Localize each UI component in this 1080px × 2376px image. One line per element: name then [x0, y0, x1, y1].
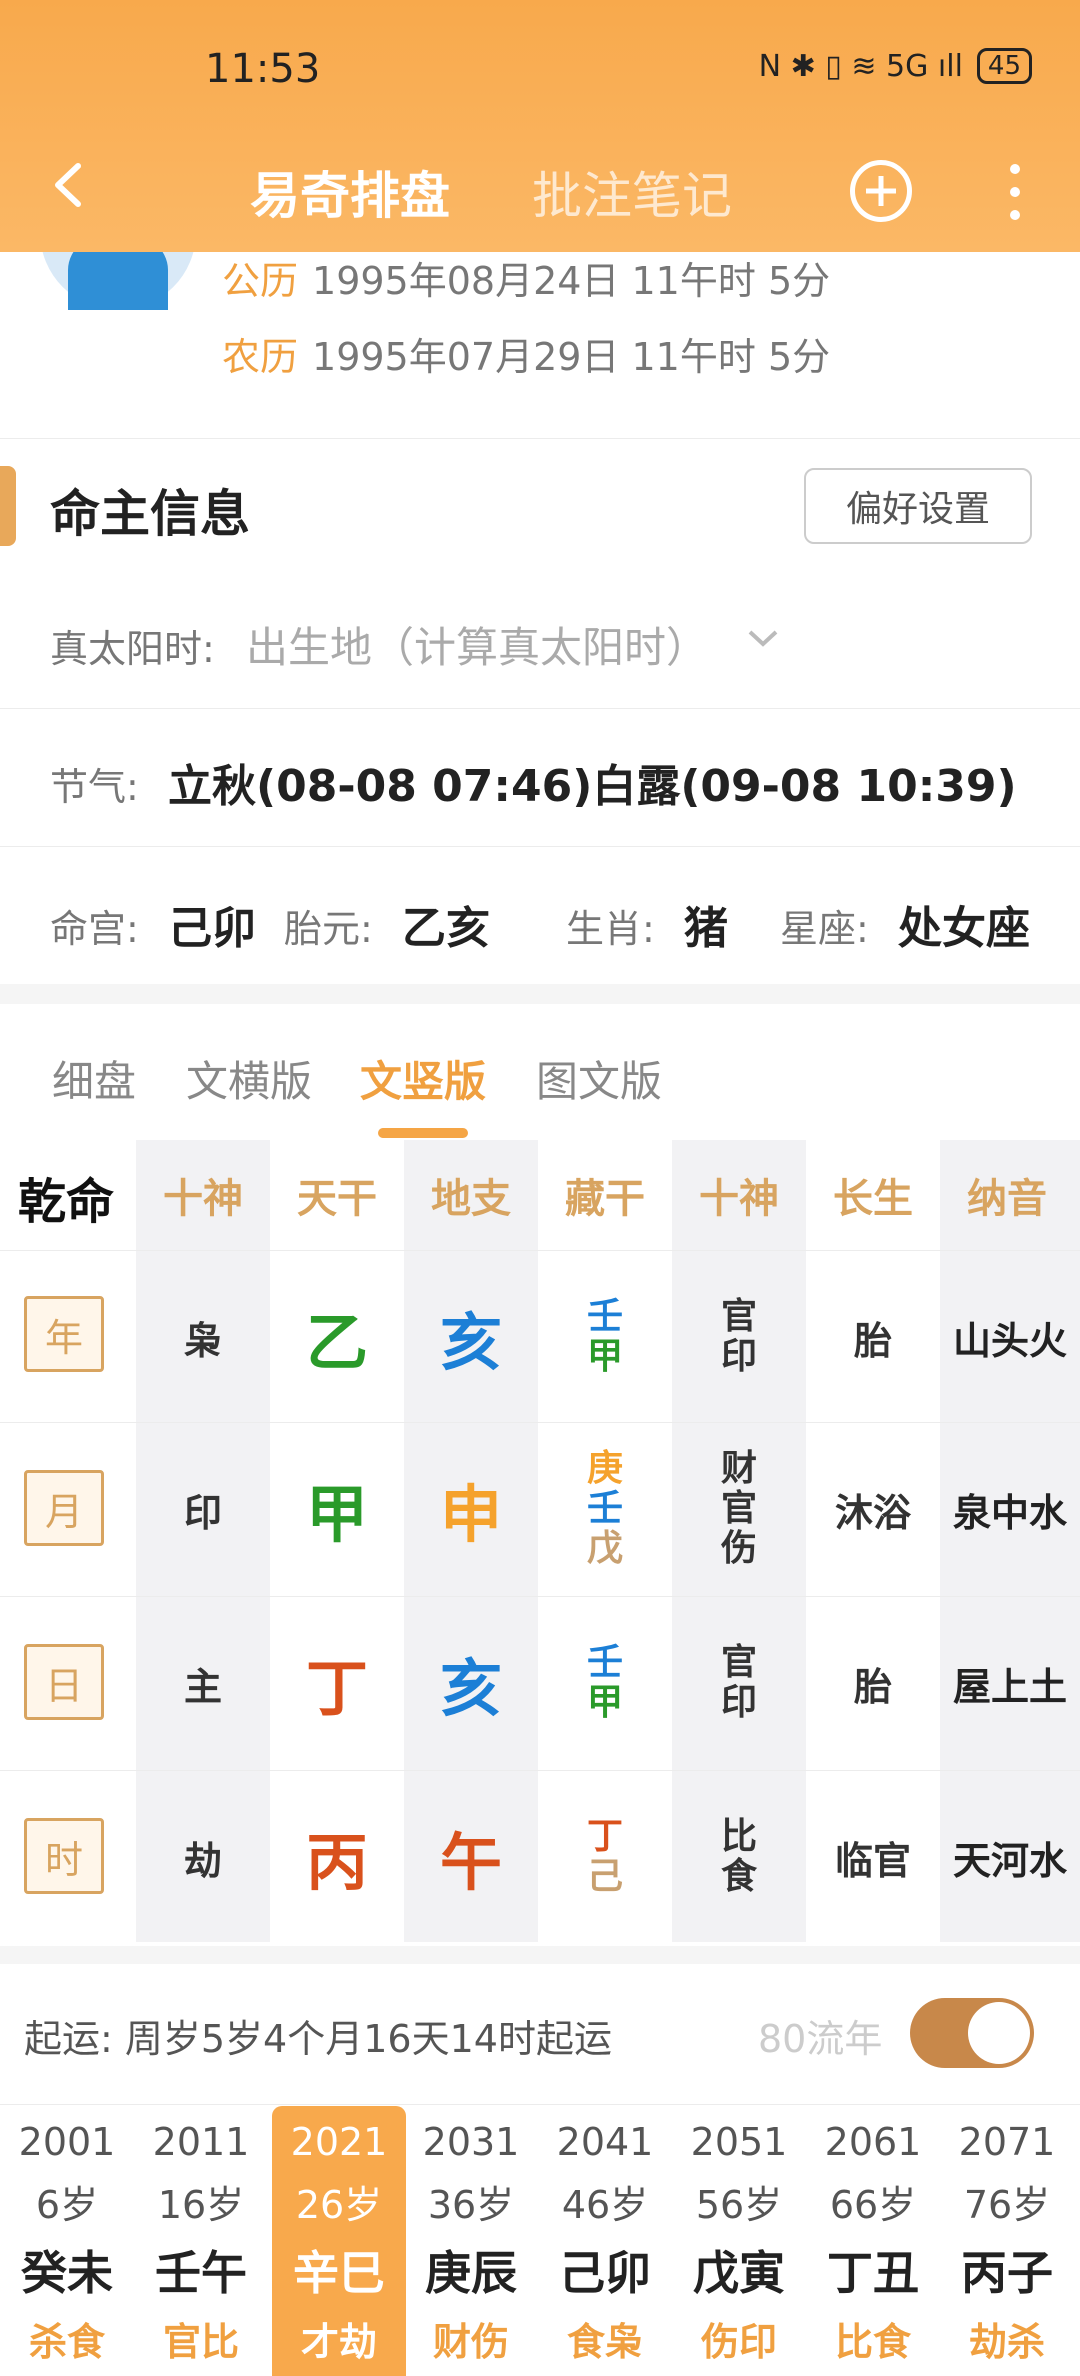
table-cell: 印: [183, 1490, 222, 1535]
divider: [0, 1250, 1080, 1251]
tai-yuan-value: 乙亥: [402, 903, 490, 954]
header-changsheng: 长生: [833, 1176, 913, 1222]
add-icon[interactable]: [850, 160, 912, 222]
row-label-day: 日: [24, 1644, 104, 1720]
divider: [0, 1770, 1080, 1771]
status-icons: N ✱ ▯ ≋ 5G ıll 45: [759, 48, 1032, 84]
liunian-label: 80流年: [758, 2017, 883, 2061]
dayun-item[interactable]: 2061 66岁 丁丑 比食: [806, 2106, 940, 2366]
row-label-hour: 时: [24, 1818, 104, 1894]
row-label-year: 年: [24, 1296, 104, 1372]
table-cell: 乙: [305, 1306, 368, 1379]
chevron-down-icon[interactable]: [746, 626, 780, 650]
zodiac-value: 猪: [684, 903, 728, 954]
header-nayin: 纳音: [967, 1176, 1047, 1222]
preference-settings-button[interactable]: 偏好设置: [804, 468, 1032, 544]
section-marker: [0, 466, 16, 546]
dayun-item[interactable]: 2001 6岁 癸未 杀食: [0, 2106, 134, 2366]
table-cell: 主: [183, 1664, 222, 1709]
table-cell: 庚壬戊: [586, 1448, 623, 1569]
tab-yiqi-paipan[interactable]: 易奇排盘: [250, 156, 450, 228]
divider: [0, 708, 1080, 709]
header-shishen: 十神: [163, 1176, 243, 1222]
ming-gong-value: 己卯: [168, 903, 256, 954]
lunar-date-row: 农历 1995年07月29日 11午时 5分: [222, 326, 830, 381]
table-cell: 屋上土: [952, 1664, 1067, 1709]
header-dizhi: 地支: [431, 1176, 511, 1222]
table-cell: 比食: [720, 1816, 757, 1897]
row-label-month: 月: [24, 1470, 104, 1546]
section-gap: [0, 984, 1080, 1004]
table-cell: 山头火: [952, 1318, 1067, 1363]
status-time: 11:53: [205, 46, 321, 92]
table-cell: 泉中水: [952, 1490, 1067, 1535]
table-cell: 壬甲: [586, 1296, 623, 1377]
header-canggan: 藏干: [565, 1176, 645, 1222]
nav-bar: 易奇排盘 批注笔记: [0, 138, 1080, 238]
app-header: 11:53 N ✱ ▯ ≋ 5G ıll 45 易奇排盘 批注笔记: [0, 0, 1080, 252]
tai-yuan-label: 胎元:: [284, 907, 373, 951]
lunar-date: 1995年07月29日 11午时 5分: [312, 335, 831, 379]
table-cell: 临官: [834, 1838, 911, 1883]
dayun-item[interactable]: 2051 56岁 戊寅 伤印: [672, 2106, 806, 2366]
table-cell: 胎: [853, 1318, 892, 1363]
table-cell: 枭: [183, 1318, 222, 1363]
constellation-value: 处女座: [898, 903, 1030, 954]
table-cell: 财官伤: [720, 1448, 757, 1569]
divider: [0, 846, 1080, 847]
chart-gender-label: 乾命: [18, 1174, 115, 1230]
dayun-item-selected[interactable]: 2021 26岁 辛巳 才劫: [272, 2106, 406, 2376]
section-gap: [0, 1946, 1080, 1964]
tab-notes[interactable]: 批注笔记: [532, 156, 732, 228]
table-cell: 申: [439, 1478, 502, 1551]
active-tab-indicator: [378, 1128, 468, 1138]
table-cell: 胎: [853, 1664, 892, 1709]
dayun-item[interactable]: 2071 76岁 丙子 劫杀: [940, 2106, 1074, 2366]
table-cell: 官印: [720, 1296, 757, 1377]
ming-gong-label: 命宫:: [50, 907, 139, 951]
table-cell: 丙: [305, 1826, 368, 1899]
birthplace-select[interactable]: 出生地（计算真太阳时）: [246, 614, 708, 675]
dayun-item[interactable]: 2011 16岁 壬午 官比: [134, 2106, 268, 2366]
solar-date-row: 公历 1995年08月24日 11午时 5分: [222, 250, 830, 305]
true-solar-time-label: 真太阳时:: [50, 627, 215, 671]
table-cell: 壬甲: [586, 1642, 623, 1723]
constellation-label: 星座:: [780, 907, 869, 951]
tab-graphic[interactable]: 图文版: [536, 1048, 662, 1109]
divider: [0, 1596, 1080, 1597]
table-cell: 午: [439, 1826, 502, 1899]
dayun-item[interactable]: 2031 36岁 庚辰 财伤: [404, 2106, 538, 2366]
table-cell: 甲: [305, 1478, 368, 1551]
more-icon[interactable]: [1010, 164, 1020, 220]
table-cell: 官印: [720, 1642, 757, 1723]
solar-term-label: 节气:: [50, 765, 139, 809]
liunian-toggle[interactable]: [910, 1998, 1034, 2068]
solar-label: 公历: [222, 259, 299, 303]
dayun-item[interactable]: 2041 46岁 己卯 食枭: [538, 2106, 672, 2366]
tab-vertical[interactable]: 文竖版: [360, 1048, 486, 1109]
solar-term-value: 立秋(08-08 07:46)白露(09-08 10:39): [168, 761, 1017, 812]
divider: [0, 438, 1080, 439]
back-icon[interactable]: [44, 160, 94, 210]
table-cell: 丁己: [586, 1816, 623, 1897]
zodiac-label: 生肖:: [566, 907, 655, 951]
table-cell: 亥: [439, 1652, 502, 1725]
divider: [0, 1422, 1080, 1423]
tab-horizontal[interactable]: 文横版: [186, 1048, 312, 1109]
lunar-label: 农历: [222, 335, 299, 379]
table-cell: 丁: [305, 1652, 368, 1725]
header-tiangan: 天干: [297, 1176, 377, 1222]
solar-date: 1995年08月24日 11午时 5分: [312, 259, 831, 303]
tab-detail[interactable]: 细盘: [52, 1048, 136, 1109]
table-cell: 沐浴: [834, 1490, 911, 1535]
header-shishen-2: 十神: [699, 1176, 779, 1222]
qiyun-text: 起运: 周岁5岁4个月16天14时起运: [24, 2017, 612, 2061]
status-signal-icons: N ✱ ▯ ≋ 5G ıll: [758, 48, 963, 84]
divider: [0, 2104, 1080, 2105]
table-cell: 亥: [439, 1306, 502, 1379]
table-cell: 天河水: [952, 1838, 1067, 1883]
table-cell: 劫: [183, 1838, 222, 1883]
battery-icon: 45: [976, 48, 1032, 84]
section-title: 命主信息: [50, 485, 250, 543]
